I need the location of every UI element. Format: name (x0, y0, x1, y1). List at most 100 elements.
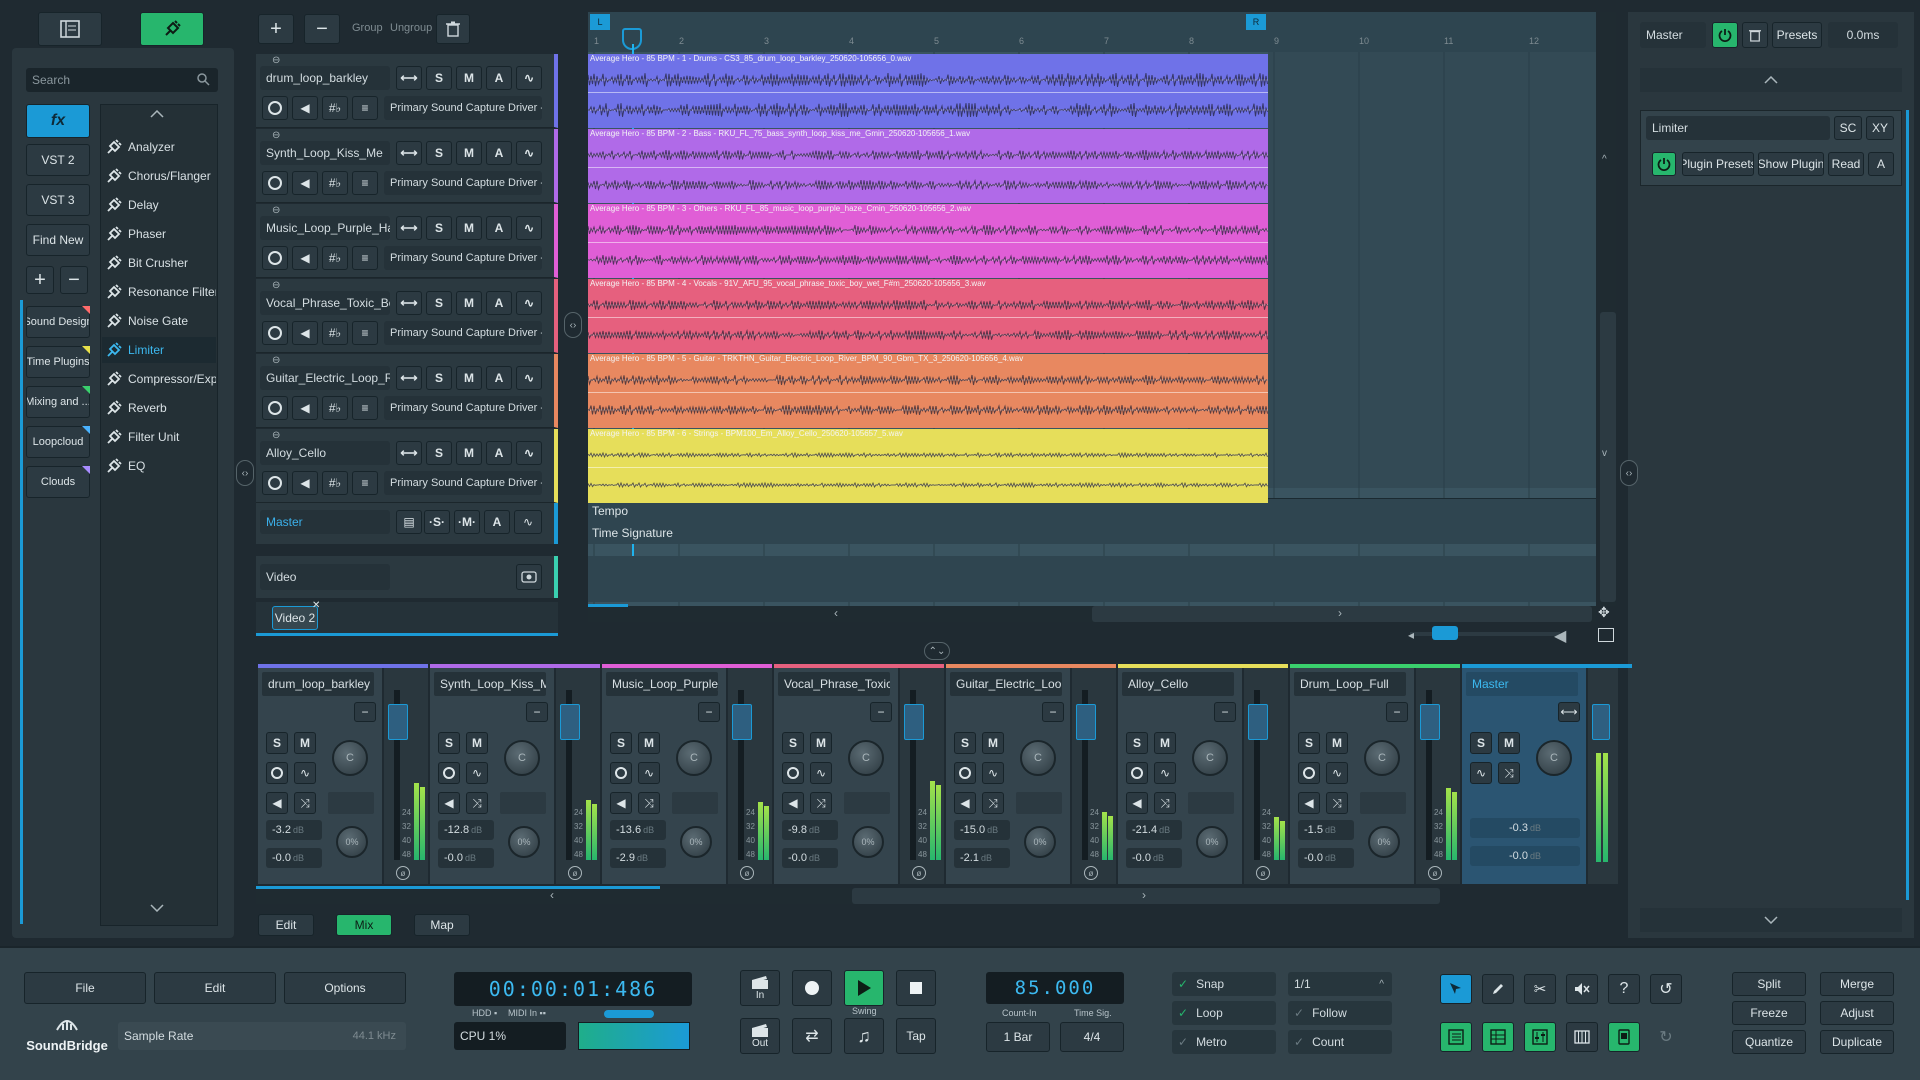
channel-mute-button[interactable]: M (1326, 732, 1348, 754)
link-icon[interactable]: ⊖ (272, 130, 280, 141)
right-delete-button[interactable] (1742, 22, 1768, 48)
send-knob[interactable]: 0% (508, 826, 540, 858)
adjust-button[interactable]: Adjust (1820, 1001, 1894, 1025)
send-knob[interactable]: 0% (1024, 826, 1056, 858)
input-phase-button[interactable]: #♭ (322, 396, 348, 420)
pan-knob[interactable]: C (1020, 740, 1056, 776)
mute-button[interactable]: M (456, 141, 482, 165)
record-arm-button[interactable] (262, 96, 288, 120)
plugin-list-item[interactable]: Chorus/Flanger (102, 163, 216, 189)
channel-collapse-button[interactable]: − (870, 702, 892, 722)
send-slot[interactable] (1360, 792, 1406, 814)
fader-handle[interactable] (1248, 704, 1268, 740)
solo-button[interactable]: S (426, 216, 452, 240)
remove-collection-button[interactable]: − (60, 266, 88, 294)
tap-button[interactable]: Tap (896, 1018, 936, 1054)
fader-handle[interactable] (1420, 704, 1440, 740)
zoom-slider-thumb[interactable] (1432, 626, 1458, 640)
master-mute-button[interactable]: ·M· (454, 510, 480, 534)
send-knob[interactable]: 0% (1368, 826, 1400, 858)
plugins-toggle-button[interactable] (140, 12, 204, 46)
split-button[interactable]: Split (1732, 972, 1806, 996)
editor-view-button[interactable] (1482, 1022, 1514, 1052)
pan-knob[interactable]: C (676, 740, 712, 776)
channel-mute-button[interactable]: M (466, 732, 488, 754)
master-track-name[interactable]: Master (260, 510, 390, 534)
help-button[interactable]: ? (1608, 974, 1640, 1004)
category-vst3[interactable]: VST 3 (26, 184, 90, 216)
master-pan-knob[interactable]: C (1536, 740, 1572, 776)
channel-solo-button[interactable]: S (782, 732, 804, 754)
mixer-view-button[interactable] (1524, 1022, 1556, 1052)
channel-collapse-button[interactable]: − (1214, 702, 1236, 722)
ungroup-button[interactable]: Ungroup (390, 22, 432, 34)
fader-handle[interactable] (732, 704, 752, 740)
input-phase-button[interactable]: #♭ (322, 96, 348, 120)
loop-start-marker[interactable]: L (590, 14, 610, 30)
master-channel-automation-button[interactable]: ∿ (1470, 762, 1492, 784)
channel-pan-field[interactable]: -2.1 dB (954, 848, 1010, 868)
channel-name[interactable]: drum_loop_barkley (262, 672, 374, 696)
master-solo-button[interactable]: ·S· (424, 510, 450, 534)
output-level-slider[interactable] (604, 1010, 654, 1018)
phase-invert-icon[interactable]: ø (568, 866, 582, 880)
track-menu-button[interactable]: ≡ (352, 96, 378, 120)
right-splitter-handle[interactable]: ‹› (1620, 460, 1638, 486)
channel-monitor-button[interactable]: ◀ (438, 792, 460, 814)
track-width-button[interactable]: ⟷ (396, 141, 422, 165)
category-find-new[interactable]: Find New (26, 224, 90, 256)
mixer-scroll-right-icon[interactable]: › (1142, 888, 1146, 902)
record-button[interactable] (792, 970, 832, 1006)
category-fx[interactable]: fx (26, 104, 90, 138)
plugin-list-item[interactable]: Phaser (102, 221, 216, 247)
plugin-list-item[interactable]: Compressor/Expander (102, 366, 216, 392)
plugin-a-button[interactable]: A (1868, 152, 1894, 176)
track-width-button[interactable]: ⟷ (396, 366, 422, 390)
send-knob[interactable]: 0% (680, 826, 712, 858)
move-icon[interactable]: ✥ (1598, 604, 1610, 621)
audio-clip[interactable]: Average Hero - 85 BPM - 3 - Others - RKU… (588, 204, 1268, 278)
send-knob[interactable]: 0% (852, 826, 884, 858)
add-track-button[interactable]: + (258, 14, 294, 44)
mute-button[interactable]: M (456, 366, 482, 390)
master-width-button[interactable]: ⟷ (1558, 702, 1580, 722)
master-automation-a-button[interactable]: A (484, 510, 510, 534)
collection-item[interactable]: Mixing and ... (26, 386, 90, 418)
zoom-out-icon[interactable]: ◂ (1408, 628, 1414, 642)
channel-record-button[interactable] (610, 762, 632, 784)
solo-button[interactable]: S (426, 366, 452, 390)
track-width-button[interactable]: ⟷ (396, 441, 422, 465)
pan-knob[interactable]: C (848, 740, 884, 776)
time-sig-button[interactable]: 4/4 (1060, 1022, 1124, 1052)
channel-monitor-button[interactable]: ◀ (266, 792, 288, 814)
phase-invert-icon[interactable]: ø (1084, 866, 1098, 880)
channel-collapse-button[interactable]: − (1386, 702, 1408, 722)
mixer-scroll-left-icon[interactable]: ‹ (550, 888, 554, 902)
phase-invert-icon[interactable]: ø (1428, 866, 1442, 880)
group-button[interactable]: Group (352, 22, 383, 34)
audio-clip[interactable]: Average Hero - 85 BPM - 5 - Guitar - TRK… (588, 354, 1268, 428)
mixer-scroll-thumb[interactable] (852, 888, 1440, 904)
channel-record-button[interactable] (1126, 762, 1148, 784)
solo-button[interactable]: S (426, 141, 452, 165)
loop-toggle[interactable]: ✓ Loop (1172, 1001, 1276, 1025)
grid-select[interactable]: 1/1 ^ (1288, 972, 1392, 996)
channel-shuffle-button[interactable]: ⤨ (638, 792, 660, 814)
send-slot[interactable] (1188, 792, 1234, 814)
record-arm-button[interactable] (262, 246, 288, 270)
send-slot[interactable] (328, 792, 374, 814)
channel-pan-field[interactable]: -2.9 dB (610, 848, 666, 868)
tab-mix[interactable]: Mix (336, 914, 392, 936)
monitor-button[interactable]: ◀ (292, 246, 318, 270)
show-plugin-button[interactable]: Show Plugin (1758, 152, 1824, 176)
track-name[interactable]: Music_Loop_Purple_Haze (260, 216, 390, 240)
scroll-up-icon[interactable]: ^ (1602, 154, 1607, 165)
automation-curve-button[interactable]: ∿ (516, 366, 542, 390)
scroll-down-icon[interactable]: v (1602, 448, 1607, 459)
automation-curve-button[interactable]: ∿ (516, 141, 542, 165)
channel-monitor-button[interactable]: ◀ (1298, 792, 1320, 814)
file-menu[interactable]: File (24, 972, 146, 1004)
tempo-display[interactable]: 85.000 (986, 972, 1124, 1004)
count-toggle[interactable]: ✓ Count (1288, 1030, 1392, 1054)
channel-automation-button[interactable]: ∿ (466, 762, 488, 784)
